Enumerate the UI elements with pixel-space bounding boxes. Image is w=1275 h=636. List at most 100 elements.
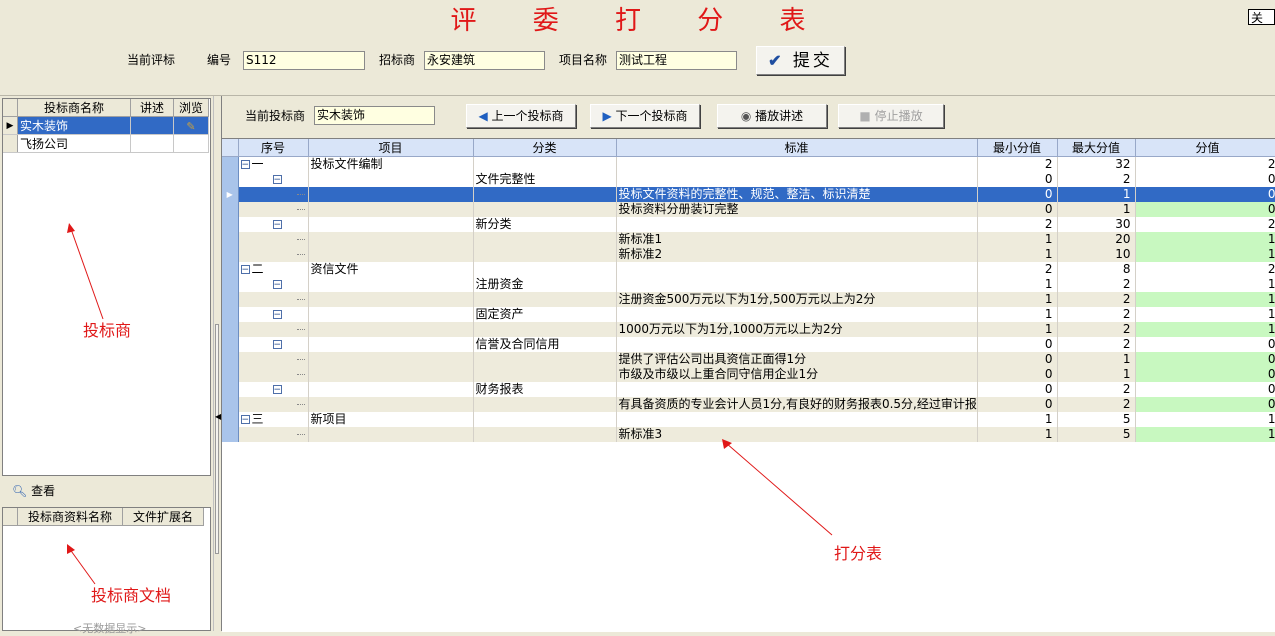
col-max-score[interactable]: 最大分值 (1057, 139, 1136, 157)
collapse-icon[interactable]: − (240, 160, 250, 170)
seq-cell[interactable]: − 三 (238, 412, 309, 427)
seq-cell[interactable]: − 一 (238, 156, 309, 172)
bidder-name[interactable]: 飞扬公司 (17, 134, 131, 153)
seq-cell[interactable]: − (238, 382, 309, 397)
score-row[interactable]: − 注册资金 1 2 1 (222, 277, 1275, 292)
scrollbar-thumb[interactable] (215, 324, 219, 554)
score-row[interactable]: 新标准1 1 20 1 (222, 232, 1275, 247)
col-bidder-name[interactable]: 投标商名称 (17, 99, 131, 117)
col-category[interactable]: 分类 (473, 139, 617, 157)
seq-cell[interactable] (238, 322, 309, 337)
seq-cell[interactable] (238, 367, 309, 382)
stop-playback-button[interactable]: ■ 停止播放 (838, 104, 944, 128)
seq-cell[interactable] (238, 397, 309, 412)
score-row[interactable]: 1000万元以下为1分,1000万元以上为2分 1 2 1 (222, 322, 1275, 337)
seq-cell[interactable]: − (238, 277, 309, 292)
bidder-row[interactable]: ▶ 实木装饰 ✎ (3, 116, 209, 135)
row-indicator[interactable] (222, 382, 239, 397)
row-indicator[interactable] (222, 397, 239, 412)
col-seq[interactable]: 序号 (238, 139, 309, 157)
panel-splitter[interactable]: ◀ (213, 96, 222, 631)
seq-cell[interactable] (238, 202, 309, 217)
col-project[interactable]: 项目 (308, 139, 474, 157)
current-bidder-field[interactable]: 实木装饰 (314, 106, 435, 125)
seq-cell[interactable]: − 二 (238, 262, 309, 277)
row-indicator[interactable] (222, 427, 239, 442)
bidder-row[interactable]: 飞扬公司 (3, 134, 209, 153)
score-cell[interactable]: 1 (1135, 247, 1275, 262)
bidder-name[interactable]: 实木装饰 (17, 116, 131, 135)
col-standard[interactable]: 标准 (616, 139, 978, 157)
score-row[interactable]: 提供了评估公司出具资信正面得1分 0 1 0 (222, 352, 1275, 367)
row-indicator[interactable] (222, 262, 239, 277)
score-cell[interactable]: 0 (1135, 172, 1275, 187)
score-cell[interactable]: 0 (1135, 202, 1275, 217)
score-row[interactable]: − 信誉及合同信用 0 2 0 (222, 337, 1275, 352)
row-indicator[interactable] (222, 322, 239, 337)
collapse-icon[interactable]: − (272, 220, 282, 230)
collapse-icon[interactable]: − (272, 385, 282, 395)
row-indicator[interactable] (222, 202, 239, 217)
score-cell[interactable]: 0 (1135, 187, 1275, 202)
score-cell[interactable]: 2 (1135, 262, 1275, 277)
next-bidder-button[interactable]: ▶ 下一个投标商 (590, 104, 700, 128)
seq-cell[interactable]: − (238, 172, 309, 187)
prev-bidder-button[interactable]: ◀ 上一个投标商 (466, 104, 576, 128)
row-indicator[interactable] (222, 292, 239, 307)
row-indicator[interactable] (222, 352, 239, 367)
collapse-icon[interactable]: − (272, 175, 282, 185)
score-cell[interactable]: 2 (1135, 156, 1275, 172)
seq-cell[interactable]: − (238, 217, 309, 232)
seq-cell[interactable] (238, 352, 309, 367)
score-row[interactable]: − 固定资产 1 2 1 (222, 307, 1275, 322)
project-name-field[interactable]: 测试工程 (616, 51, 737, 70)
col-narration[interactable]: 讲述 (130, 99, 174, 117)
score-cell[interactable]: 0 (1135, 397, 1275, 412)
seq-cell[interactable] (238, 232, 309, 247)
score-row[interactable]: 投标资料分册装订完整 0 1 0 (222, 202, 1275, 217)
score-row[interactable]: 市级及市级以上重合同守信用企业1分 0 1 0 (222, 367, 1275, 382)
col-browse[interactable]: 浏览 (173, 99, 209, 117)
score-row[interactable]: − 新分类 2 30 2 (222, 217, 1275, 232)
seq-cell[interactable] (238, 247, 309, 262)
score-row[interactable]: 注册资金500万元以下为1分,500万元以上为2分 1 2 1 (222, 292, 1275, 307)
row-indicator[interactable] (222, 232, 239, 247)
row-indicator[interactable] (222, 337, 239, 352)
collapse-icon[interactable]: − (272, 340, 282, 350)
score-row[interactable]: ▶ 投标文件资料的完整性、规范、整洁、标识清楚 0 1 0 (222, 187, 1275, 202)
seq-cell[interactable] (238, 292, 309, 307)
collapse-icon[interactable]: − (240, 415, 250, 425)
score-row[interactable]: − 三新项目 1 5 1 (222, 412, 1275, 427)
row-indicator[interactable] (222, 172, 239, 187)
collapse-icon[interactable]: − (240, 265, 250, 275)
col-min-score[interactable]: 最小分值 (977, 139, 1058, 157)
col-score[interactable]: 分值 (1135, 139, 1275, 157)
seq-cell[interactable] (238, 187, 309, 202)
score-cell[interactable]: 1 (1135, 412, 1275, 427)
row-indicator[interactable] (222, 277, 239, 292)
score-cell[interactable]: 1 (1135, 292, 1275, 307)
play-narration-button[interactable]: ◉ 播放讲述 (717, 104, 827, 128)
score-row[interactable]: − 一投标文件编制 2 32 2 (222, 156, 1275, 172)
score-cell[interactable]: 0 (1135, 352, 1275, 367)
row-indicator[interactable] (222, 367, 239, 382)
collapse-arrow-icon[interactable]: ◀ (215, 412, 221, 421)
tenderer-field[interactable]: 永安建筑 (424, 51, 545, 70)
score-cell[interactable]: 1 (1135, 427, 1275, 442)
row-indicator[interactable] (222, 307, 239, 322)
score-cell[interactable]: 0 (1135, 337, 1275, 352)
row-indicator[interactable]: ▶ (222, 187, 239, 202)
submit-button[interactable]: ✔ 提交 (756, 46, 845, 75)
score-cell[interactable]: 0 (1135, 367, 1275, 382)
score-cell[interactable]: 1 (1135, 277, 1275, 292)
row-indicator[interactable] (222, 247, 239, 262)
number-field[interactable]: S112 (243, 51, 365, 70)
row-indicator[interactable] (222, 217, 239, 232)
seq-cell[interactable]: − (238, 307, 309, 322)
score-cell[interactable]: 1 (1135, 322, 1275, 337)
score-row[interactable]: − 文件完整性 0 2 0 (222, 172, 1275, 187)
score-row[interactable]: 有具备资质的专业会计人员1分,有良好的财务报表0.5分,经过审计报 0 2 0 (222, 397, 1275, 412)
seq-cell[interactable] (238, 427, 309, 442)
col-doc-name[interactable]: 投标商资料名称 (17, 508, 123, 526)
score-cell[interactable]: 0 (1135, 382, 1275, 397)
